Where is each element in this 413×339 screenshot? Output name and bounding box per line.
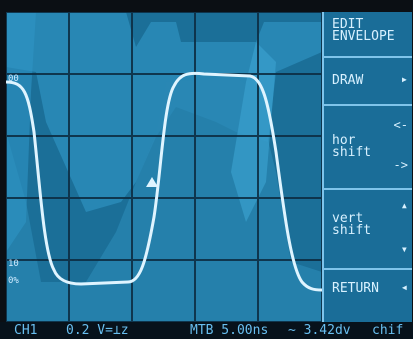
vert-down-arrow-icon: ▾ bbox=[400, 242, 408, 256]
delay-label: ~ 3.42dv bbox=[288, 323, 351, 338]
menu-separator bbox=[324, 188, 412, 190]
volts-per-div: 0.2 V=⊥z bbox=[66, 323, 129, 338]
return-softkey[interactable]: RETURN bbox=[332, 282, 410, 295]
vert-shift-label: shift bbox=[332, 223, 372, 238]
menu-separator bbox=[324, 268, 412, 270]
mode-label: chif bbox=[372, 323, 404, 338]
menu-separator bbox=[324, 56, 412, 58]
draw-arrow-icon: ▸ bbox=[400, 72, 408, 86]
reference-label-mid: 10 bbox=[8, 259, 19, 269]
hor-left-arrow-icon: <- bbox=[393, 118, 408, 132]
reference-label-low: 0% bbox=[8, 276, 19, 286]
status-bar: CH1 0.2 V=⊥z MTB 5.00ns ~ 3.42dv chif bbox=[0, 322, 413, 339]
hor-right-arrow-icon: -> bbox=[393, 158, 408, 172]
oscilloscope-screen: 00 10 0% EDIT ENVELOPE DRAW ▸ <- hor shi… bbox=[0, 0, 413, 339]
envelope-left-band bbox=[6, 12, 36, 252]
vert-up-arrow-icon: ▴ bbox=[400, 198, 408, 212]
return-arrow-icon: ◂ bbox=[400, 280, 408, 294]
timebase-label: MTB 5.00ns bbox=[190, 323, 269, 338]
menu-separator bbox=[324, 104, 412, 106]
waveform-svg bbox=[6, 12, 322, 322]
waveform-display[interactable]: 00 10 0% bbox=[6, 12, 322, 322]
menu-title-envelope: ENVELOPE bbox=[332, 29, 395, 44]
softkey-menu: EDIT ENVELOPE DRAW ▸ <- hor shift -> ▴ v… bbox=[322, 12, 412, 322]
draw-softkey[interactable]: DRAW bbox=[332, 74, 410, 87]
reference-label-top: 00 bbox=[8, 74, 19, 84]
channel-label: CH1 bbox=[14, 323, 38, 338]
